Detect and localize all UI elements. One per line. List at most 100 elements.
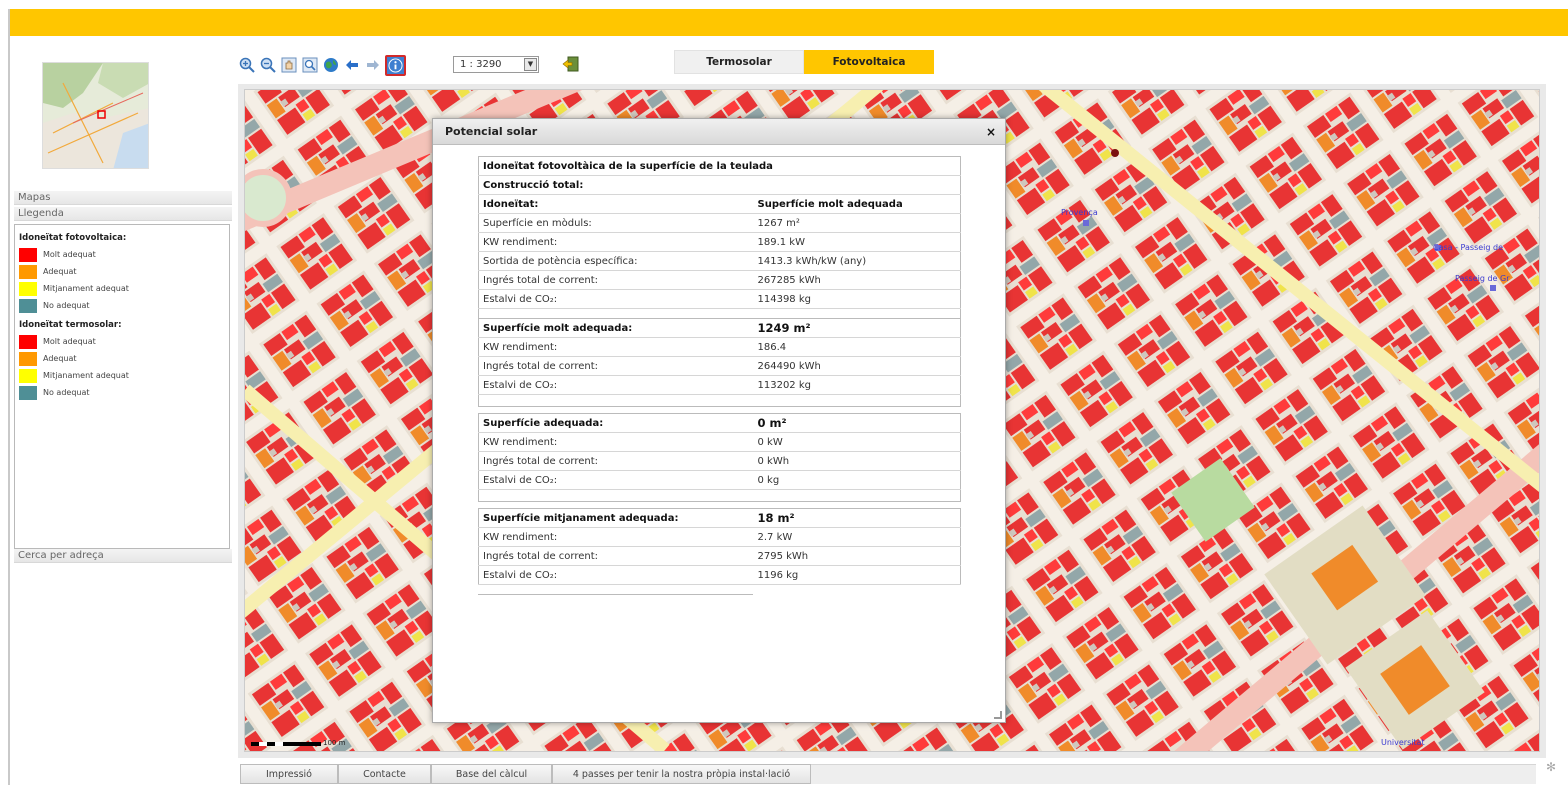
row-value: 189.1 kW — [753, 232, 961, 252]
row-value: 2795 kWh — [753, 546, 961, 566]
overview-map-image — [43, 63, 148, 168]
legend-label: Adequat — [43, 267, 77, 276]
row-value: 2.7 kW — [753, 527, 961, 547]
table-row: Ingrés total de corrent: 264490 kWh — [478, 356, 961, 376]
tab-bar: Termosolar Fotovoltaica — [674, 50, 934, 74]
row-value: 1413.3 kWh/kW (any) — [753, 251, 961, 271]
row-label: Sortida de potència específica: — [478, 251, 754, 271]
cerca-header[interactable]: Cerca per adreça — [14, 549, 232, 563]
row-value: 113202 kg — [753, 375, 961, 395]
pan-icon[interactable] — [280, 56, 298, 74]
row-label: Ingrés total de corrent: — [478, 356, 754, 376]
export-icon[interactable] — [562, 55, 580, 73]
globe-icon[interactable] — [322, 56, 340, 74]
table-molt-adequada: Superfície molt adequada: 1249 m² KW ren… — [478, 318, 961, 407]
legend-item: Molt adequat — [19, 246, 225, 263]
map-toolbar — [238, 53, 409, 77]
map-scale-label: 100 m — [323, 739, 346, 747]
legend-item: Mitjanament adequat — [19, 280, 225, 297]
idoneitat-label: Idoneïtat: — [478, 194, 754, 214]
row-value: 0 kWh — [753, 451, 961, 471]
legend-label: Adequat — [43, 354, 77, 363]
dialog-title: Potencial solar — [445, 125, 538, 138]
header-bar — [10, 9, 1568, 36]
table-adequada: Superfície adequada: 0 m² KW rendiment: 0… — [478, 413, 961, 502]
legend-swatch — [19, 351, 37, 366]
legend-swatch — [19, 264, 37, 279]
legend-item: Adequat — [19, 350, 225, 367]
row-value: 267285 kWh — [753, 270, 961, 290]
table-row: KW rendiment: 189.1 kW — [478, 232, 961, 252]
table-row: Ingrés total de corrent: 267285 kWh — [478, 270, 961, 290]
zoom-out-icon[interactable] — [259, 56, 277, 74]
forward-arrow-icon[interactable] — [364, 56, 382, 74]
tab-termosolar[interactable]: Termosolar — [674, 50, 804, 74]
row-label: Estalvi de CO₂: — [478, 470, 754, 490]
table-divider — [478, 594, 753, 595]
legend-label: No adequat — [43, 301, 90, 310]
legend-label: Molt adequat — [43, 337, 96, 346]
mapas-header[interactable]: Mapas — [14, 191, 232, 205]
legend-panel: Idoneïtat fotovoltaica: Molt adequat Adeq… — [14, 224, 230, 549]
adequada-title: Superfície adequada: — [478, 413, 754, 433]
legend-item: Mitjanament adequat — [19, 367, 225, 384]
table-row: Superfície en mòduls: 1267 m² — [478, 213, 961, 233]
row-label: Ingrés total de corrent: — [478, 270, 754, 290]
print-button[interactable]: Impressió — [240, 764, 338, 784]
row-value: 264490 kWh — [753, 356, 961, 376]
map-label-provenca: Provença — [1061, 208, 1098, 217]
row-label: Ingrés total de corrent: — [478, 451, 754, 471]
row-value: 114398 kg — [753, 289, 961, 309]
mitjanament-value: 18 m² — [753, 508, 961, 528]
zoom-in-icon[interactable] — [238, 56, 256, 74]
info-icon[interactable] — [385, 54, 406, 76]
row-label: Estalvi de CO₂: — [478, 565, 754, 585]
chevron-down-icon[interactable]: ▼ — [524, 58, 537, 71]
legend-label: Mitjanament adequat — [43, 284, 129, 293]
map-label-casa: Casa - Passeig de — [1433, 243, 1503, 252]
tab-fotovoltaica[interactable]: Fotovoltaica — [804, 50, 934, 74]
molt-adequada-value: 1249 m² — [753, 318, 961, 338]
table-main: Idoneïtat fotovoltàica de la superfície … — [478, 156, 961, 321]
row-label: KW rendiment: — [478, 337, 754, 357]
molt-adequada-title: Superfície molt adequada: — [478, 318, 754, 338]
table-row: Ingrés total de corrent: 0 kWh — [478, 451, 961, 471]
table-row: Ingrés total de corrent: 2795 kWh — [478, 546, 961, 566]
legend-label: Mitjanament adequat — [43, 371, 129, 380]
row-label: KW rendiment: — [478, 232, 754, 252]
overview-map[interactable] — [42, 62, 149, 169]
table-row: KW rendiment: 0 kW — [478, 432, 961, 452]
settings-icon[interactable]: ✻ — [1546, 760, 1560, 774]
back-arrow-icon[interactable] — [343, 56, 361, 74]
bottom-rule — [810, 764, 1536, 784]
dialog-header[interactable]: Potencial solar × — [433, 119, 1005, 145]
resize-handle[interactable] — [994, 711, 1002, 719]
zoom-box-icon[interactable] — [301, 56, 319, 74]
contact-button[interactable]: Contacte — [338, 764, 431, 784]
legend-swatch — [19, 334, 37, 349]
row-label: Estalvi de CO₂: — [478, 289, 754, 309]
llegenda-header[interactable]: Llegenda — [14, 207, 232, 221]
legend-label: No adequat — [43, 388, 90, 397]
left-border — [8, 9, 10, 785]
idoneitat-value: Superfície molt adequada — [753, 194, 961, 214]
close-icon[interactable]: × — [986, 119, 996, 145]
row-label: Superfície en mòduls: — [478, 213, 754, 233]
legend-swatch — [19, 247, 37, 262]
calculation-basis-button[interactable]: Base del càlcul — [431, 764, 552, 784]
bottom-nav: Impressió Contacte Base del càlcul 4 pas… — [240, 764, 811, 784]
mitjanament-title: Superfície mitjanament adequada: — [478, 508, 754, 528]
four-steps-button[interactable]: 4 passes per tenir la nostra pròpia inst… — [552, 764, 811, 784]
row-value: 1267 m² — [753, 213, 961, 233]
legend-label: Molt adequat — [43, 250, 96, 259]
legend-swatch — [19, 281, 37, 296]
scale-value: 1 : 3290 — [460, 59, 502, 70]
row-label: Estalvi de CO₂: — [478, 375, 754, 395]
legend-item: Adequat — [19, 263, 225, 280]
scale-select[interactable]: 1 : 3290 ▼ — [453, 56, 539, 73]
adequada-value: 0 m² — [753, 413, 961, 433]
table-row: KW rendiment: 2.7 kW — [478, 527, 961, 547]
legend-swatch — [19, 385, 37, 400]
table-row: KW rendiment: 186.4 — [478, 337, 961, 357]
map-label-passeig: Passeig de Gr — [1455, 274, 1510, 283]
